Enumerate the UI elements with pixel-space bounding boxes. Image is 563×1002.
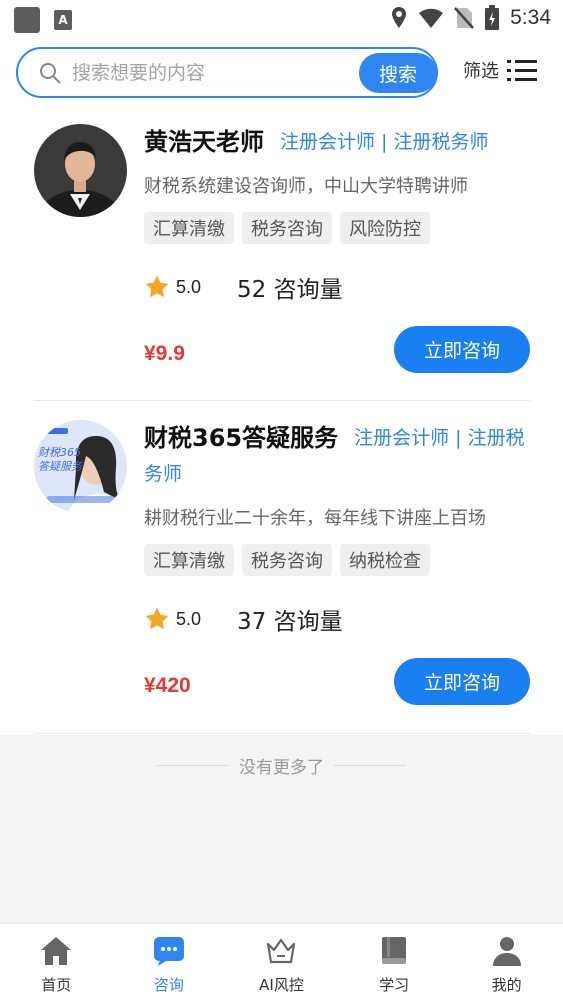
filter-list-icon — [507, 60, 537, 81]
consult-count: 37 咨询量 — [237, 609, 343, 635]
search-row: 搜索 筛选 — [16, 47, 546, 98]
tag: 汇算清缴 — [144, 544, 234, 576]
notification-a-icon: A — [54, 10, 72, 30]
notification-app-icon — [14, 7, 40, 33]
clock: 5:34 — [510, 6, 551, 29]
price: ¥420 — [144, 674, 191, 697]
wifi-icon — [419, 8, 444, 29]
tag: 税务咨询 — [242, 544, 332, 576]
price: ¥9.9 — [144, 342, 185, 365]
nav-ai-risk[interactable]: AI风控 — [225, 924, 338, 1002]
consult-count: 52 咨询量 — [237, 277, 343, 303]
star-icon — [145, 607, 169, 630]
nav-mine[interactable]: 我的 — [450, 924, 563, 1002]
nav-consult[interactable]: 咨询 — [113, 924, 226, 1002]
nav-label: 首页 — [41, 976, 72, 994]
filter-button[interactable]: 筛选 — [463, 57, 537, 83]
consultant-card[interactable]: 黄浩天老师 注册会计师 | 注册税务师 财税系统建设咨询师，中山大学特聘讲师 汇算… — [34, 118, 530, 401]
avatar-text: 财税365答疑服务 — [38, 446, 82, 473]
filter-label: 筛选 — [463, 61, 499, 82]
home-icon — [41, 937, 72, 965]
tag: 汇算清缴 — [144, 212, 234, 244]
avatar — [34, 124, 127, 217]
tag: 风险防控 — [340, 212, 430, 244]
list-footer: 没有更多了 — [0, 735, 563, 923]
divider — [334, 765, 406, 766]
nav-label: AI风控 — [259, 976, 304, 994]
consultant-name: 黄浩天老师 — [144, 128, 264, 156]
location-icon — [392, 7, 407, 28]
rating-value: 5.0 — [176, 276, 202, 297]
book-icon — [382, 937, 407, 964]
search-button[interactable]: 搜索 — [359, 53, 437, 93]
consult-now-button[interactable]: 立即咨询 — [394, 326, 530, 373]
nav-label: 我的 — [491, 976, 522, 994]
bottom-nav: 首页 咨询 AI风控 学习 我的 — [0, 923, 563, 1002]
user-icon — [492, 937, 521, 966]
consultant-certs: 注册会计师 | 注册税务师 — [280, 131, 489, 153]
consultant-desc: 耕财税行业二十余年，每年线下讲座上百场 — [144, 508, 486, 529]
nav-label: 咨询 — [153, 976, 184, 994]
consultant-card[interactable]: 财税365答疑服务 财税365答疑服务 注册会计师 | 注册税务师 耕财税行业二十… — [34, 402, 530, 734]
chat-icon — [153, 937, 184, 966]
nav-label: 学习 — [379, 976, 410, 994]
no-more-text: 没有更多了 — [239, 758, 324, 778]
divider — [157, 765, 229, 766]
no-sim-icon — [454, 7, 475, 29]
crown-icon — [267, 938, 296, 964]
search-box[interactable]: 搜索 — [16, 47, 438, 98]
search-icon — [40, 63, 61, 84]
battery-icon — [485, 5, 500, 30]
nav-study[interactable]: 学习 — [338, 924, 451, 1002]
star-icon — [145, 275, 169, 298]
tag: 纳税检查 — [340, 544, 430, 576]
avatar: 财税365答疑服务 — [34, 420, 127, 513]
rating-value: 5.0 — [176, 608, 202, 629]
consult-now-button[interactable]: 立即咨询 — [394, 658, 530, 705]
consultant-name: 财税365答疑服务 — [144, 424, 339, 452]
tag: 税务咨询 — [242, 212, 332, 244]
search-input[interactable] — [72, 57, 352, 89]
status-bar: A 5:34 — [0, 0, 563, 38]
consultant-desc: 财税系统建设咨询师，中山大学特聘讲师 — [144, 176, 468, 197]
nav-home[interactable]: 首页 — [0, 924, 113, 1002]
